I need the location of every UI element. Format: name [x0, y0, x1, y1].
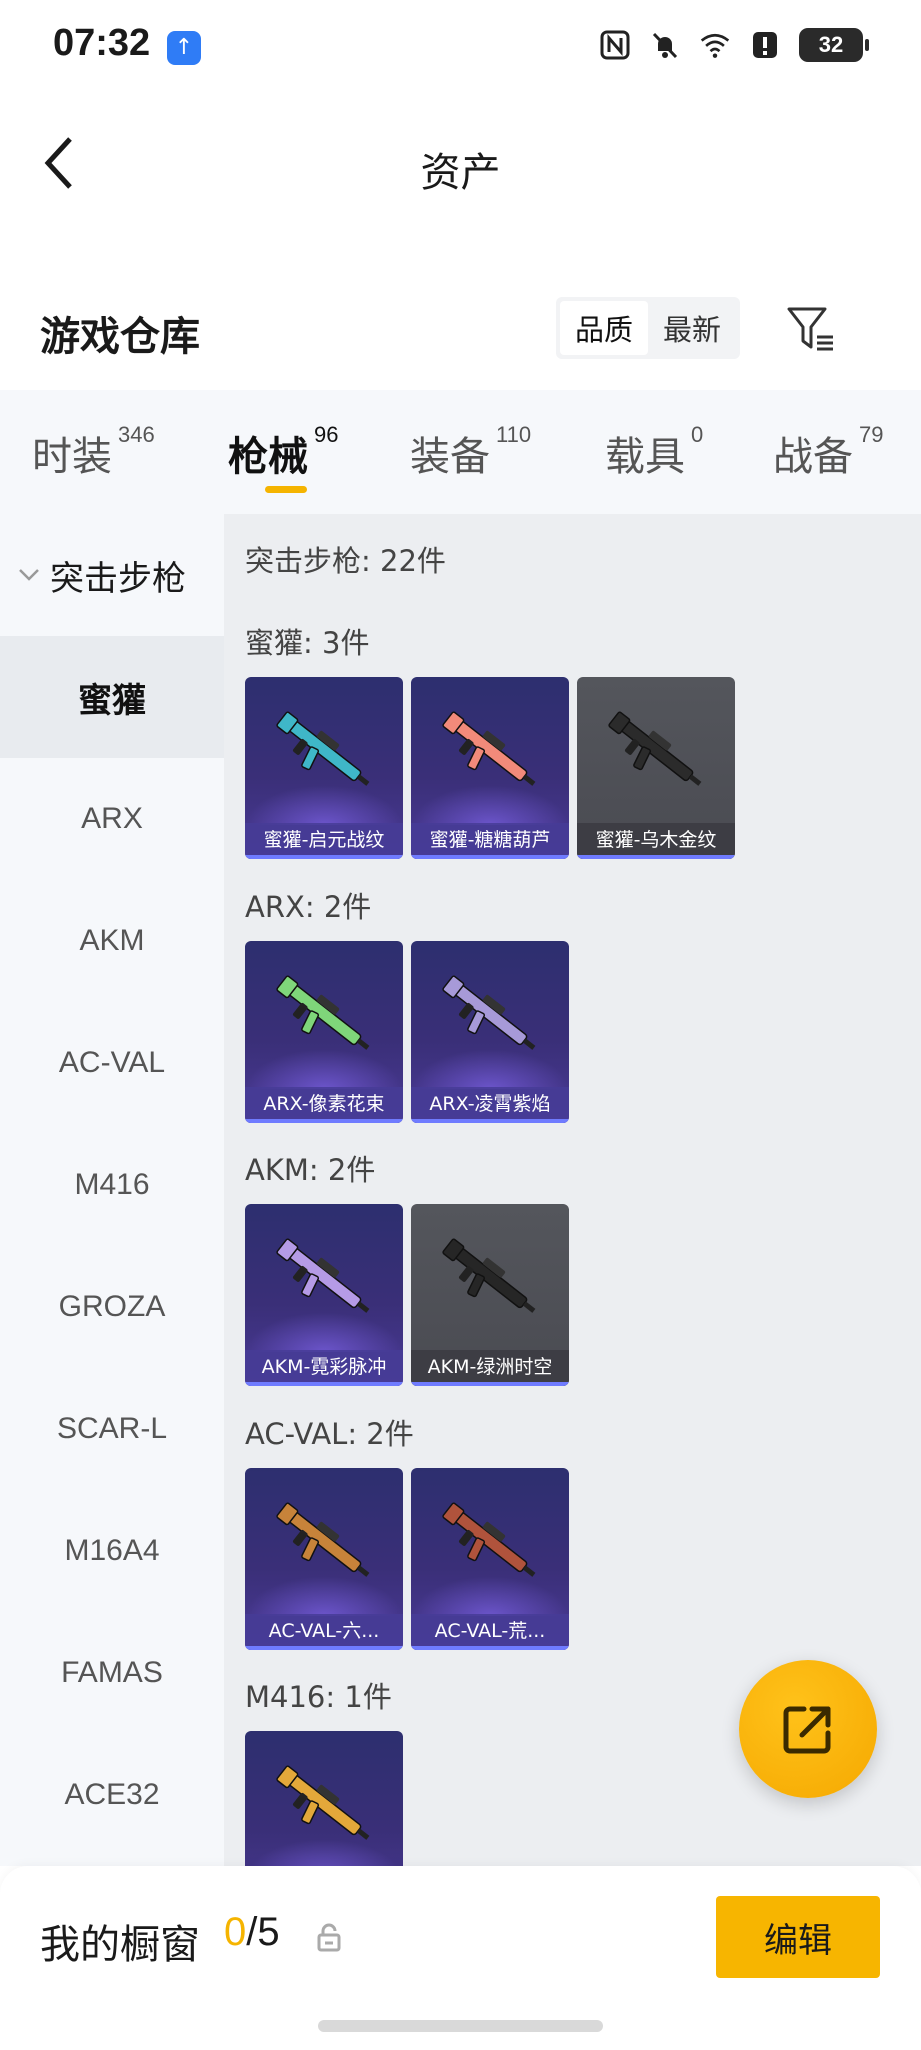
sort-quality-option[interactable]: 品质	[560, 301, 648, 355]
category-tabs: 时装 346 枪械 96 装备 110 载具 0 战备 79	[0, 390, 921, 514]
skin-card[interactable]: AC-VAL-荒...	[411, 1468, 569, 1650]
sidebar-group-assault-rifles[interactable]: 突击步枪	[0, 514, 224, 636]
sidebar-item-akm[interactable]: AKM	[0, 880, 224, 1002]
rifle-icon	[269, 1486, 381, 1598]
skin-card[interactable]	[245, 1731, 403, 1866]
tab-label: 枪械	[228, 434, 308, 480]
weapon-sidebar: 突击步枪 蜜獾 ARX AKM AC-VAL M416 GROZA SCAR-L…	[0, 514, 224, 1866]
tab-firearms[interactable]: 枪械 96	[228, 422, 339, 482]
section-title: M416: 1件	[245, 1680, 392, 1714]
bell-off-icon	[649, 29, 681, 61]
showcase-bar: 我的橱窗 0/5 编辑	[0, 1866, 921, 2050]
skin-name: ARX-像素花束	[245, 1087, 403, 1123]
rifle-icon	[269, 1749, 381, 1861]
sidebar-item-honey-badger[interactable]: 蜜獾	[0, 636, 224, 758]
section-title: 蜜獾: 3件	[245, 626, 370, 660]
skin-name: AC-VAL-六...	[245, 1614, 403, 1650]
chevron-down-icon	[18, 563, 42, 587]
rifle-icon	[435, 959, 547, 1071]
home-indicator[interactable]	[318, 2020, 603, 2032]
tab-label: 载具	[605, 434, 685, 480]
section-title: AKM: 2件	[245, 1153, 376, 1187]
battery-icon: 32	[799, 28, 869, 62]
skin-card[interactable]: AC-VAL-六...	[245, 1468, 403, 1650]
rifle-icon	[269, 1222, 381, 1334]
sidebar-item-scar-l[interactable]: SCAR-L	[0, 1368, 224, 1490]
skin-name: 蜜獾-启元战纹	[245, 823, 403, 859]
tab-count: 110	[496, 422, 532, 447]
skin-name: 蜜獾-乌木金纹	[577, 823, 735, 859]
edit-button[interactable]: 编辑	[716, 1896, 880, 1978]
showcase-label: 我的橱窗	[40, 1922, 200, 1968]
skin-name: AKM-霓彩脉冲	[245, 1350, 403, 1386]
skin-name: ARX-凌霄紫焰	[411, 1087, 569, 1123]
rifle-icon	[435, 695, 547, 807]
wifi-icon	[699, 29, 731, 61]
section-title: ARX: 2件	[245, 890, 372, 924]
skin-name: AC-VAL-荒...	[411, 1614, 569, 1650]
nfc-icon	[599, 29, 631, 61]
active-tab-indicator	[265, 486, 307, 493]
share-button[interactable]	[739, 1660, 877, 1798]
tab-vehicles[interactable]: 载具 0	[605, 422, 704, 482]
showcase-max: 5	[257, 1910, 280, 1954]
skin-card[interactable]: 蜜獾-乌木金纹	[577, 677, 735, 859]
tab-count: 96	[314, 422, 339, 447]
tab-count: 79	[859, 422, 884, 447]
section-title: AC-VAL: 2件	[245, 1417, 414, 1451]
filter-icon	[787, 307, 833, 351]
showcase-current: 0	[224, 1910, 247, 1954]
page-title: 资产	[420, 150, 501, 196]
alert-icon	[749, 29, 781, 61]
tab-label: 装备	[410, 434, 490, 480]
rifle-icon	[435, 1486, 547, 1598]
skin-name: AKM-绿洲时空	[411, 1350, 569, 1386]
lock-icon	[316, 1922, 342, 1952]
skin-card[interactable]: ARX-凌霄紫焰	[411, 941, 569, 1123]
tab-label: 时装	[32, 434, 112, 480]
showcase-count: 0/5	[224, 1910, 280, 1955]
sidebar-item-groza[interactable]: GROZA	[0, 1246, 224, 1368]
filter-button[interactable]	[782, 300, 840, 358]
upload-icon: ↑	[167, 31, 201, 65]
rifle-icon	[269, 695, 381, 807]
sidebar-group-label: 突击步枪	[50, 558, 186, 599]
sort-latest-option[interactable]: 最新	[648, 301, 736, 355]
sidebar-item-m416[interactable]: M416	[0, 1124, 224, 1246]
rifle-icon	[269, 959, 381, 1071]
sort-toggle: 品质 最新	[556, 297, 740, 359]
skin-card[interactable]: AKM-霓彩脉冲	[245, 1204, 403, 1386]
status-icons: 32	[599, 28, 869, 62]
category-total: 突击步枪: 22件	[245, 544, 446, 578]
sidebar-item-ac-val[interactable]: AC-VAL	[0, 1002, 224, 1124]
skin-card[interactable]: AKM-绿洲时空	[411, 1204, 569, 1386]
skin-card[interactable]: 蜜獾-糖糖葫芦	[411, 677, 569, 859]
sidebar-item-famas[interactable]: FAMAS	[0, 1612, 224, 1734]
skin-card[interactable]: 蜜獾-启元战纹	[245, 677, 403, 859]
showcase-separator: /	[246, 1910, 258, 1954]
sidebar-item-m16a4[interactable]: M16A4	[0, 1490, 224, 1612]
tab-count: 0	[691, 422, 704, 447]
tab-count: 346	[118, 422, 155, 447]
tab-fashion[interactable]: 时装 346	[32, 422, 155, 482]
status-bar: 07:32 ↑ 32	[0, 0, 921, 95]
share-icon	[783, 1706, 831, 1754]
warehouse-title: 游戏仓库	[40, 314, 200, 360]
sidebar-item-arx[interactable]: ARX	[0, 758, 224, 880]
skin-card[interactable]: ARX-像素花束	[245, 941, 403, 1123]
skin-name: 蜜獾-糖糖葫芦	[411, 823, 569, 859]
tab-equipment[interactable]: 装备 110	[410, 422, 532, 482]
rifle-icon	[601, 695, 713, 807]
tab-supplies[interactable]: 战备 79	[773, 422, 884, 482]
rifle-icon	[435, 1222, 547, 1334]
tab-label: 战备	[773, 434, 853, 480]
sidebar-item-ace32[interactable]: ACE32	[0, 1734, 224, 1856]
status-time: 07:32	[53, 22, 151, 64]
